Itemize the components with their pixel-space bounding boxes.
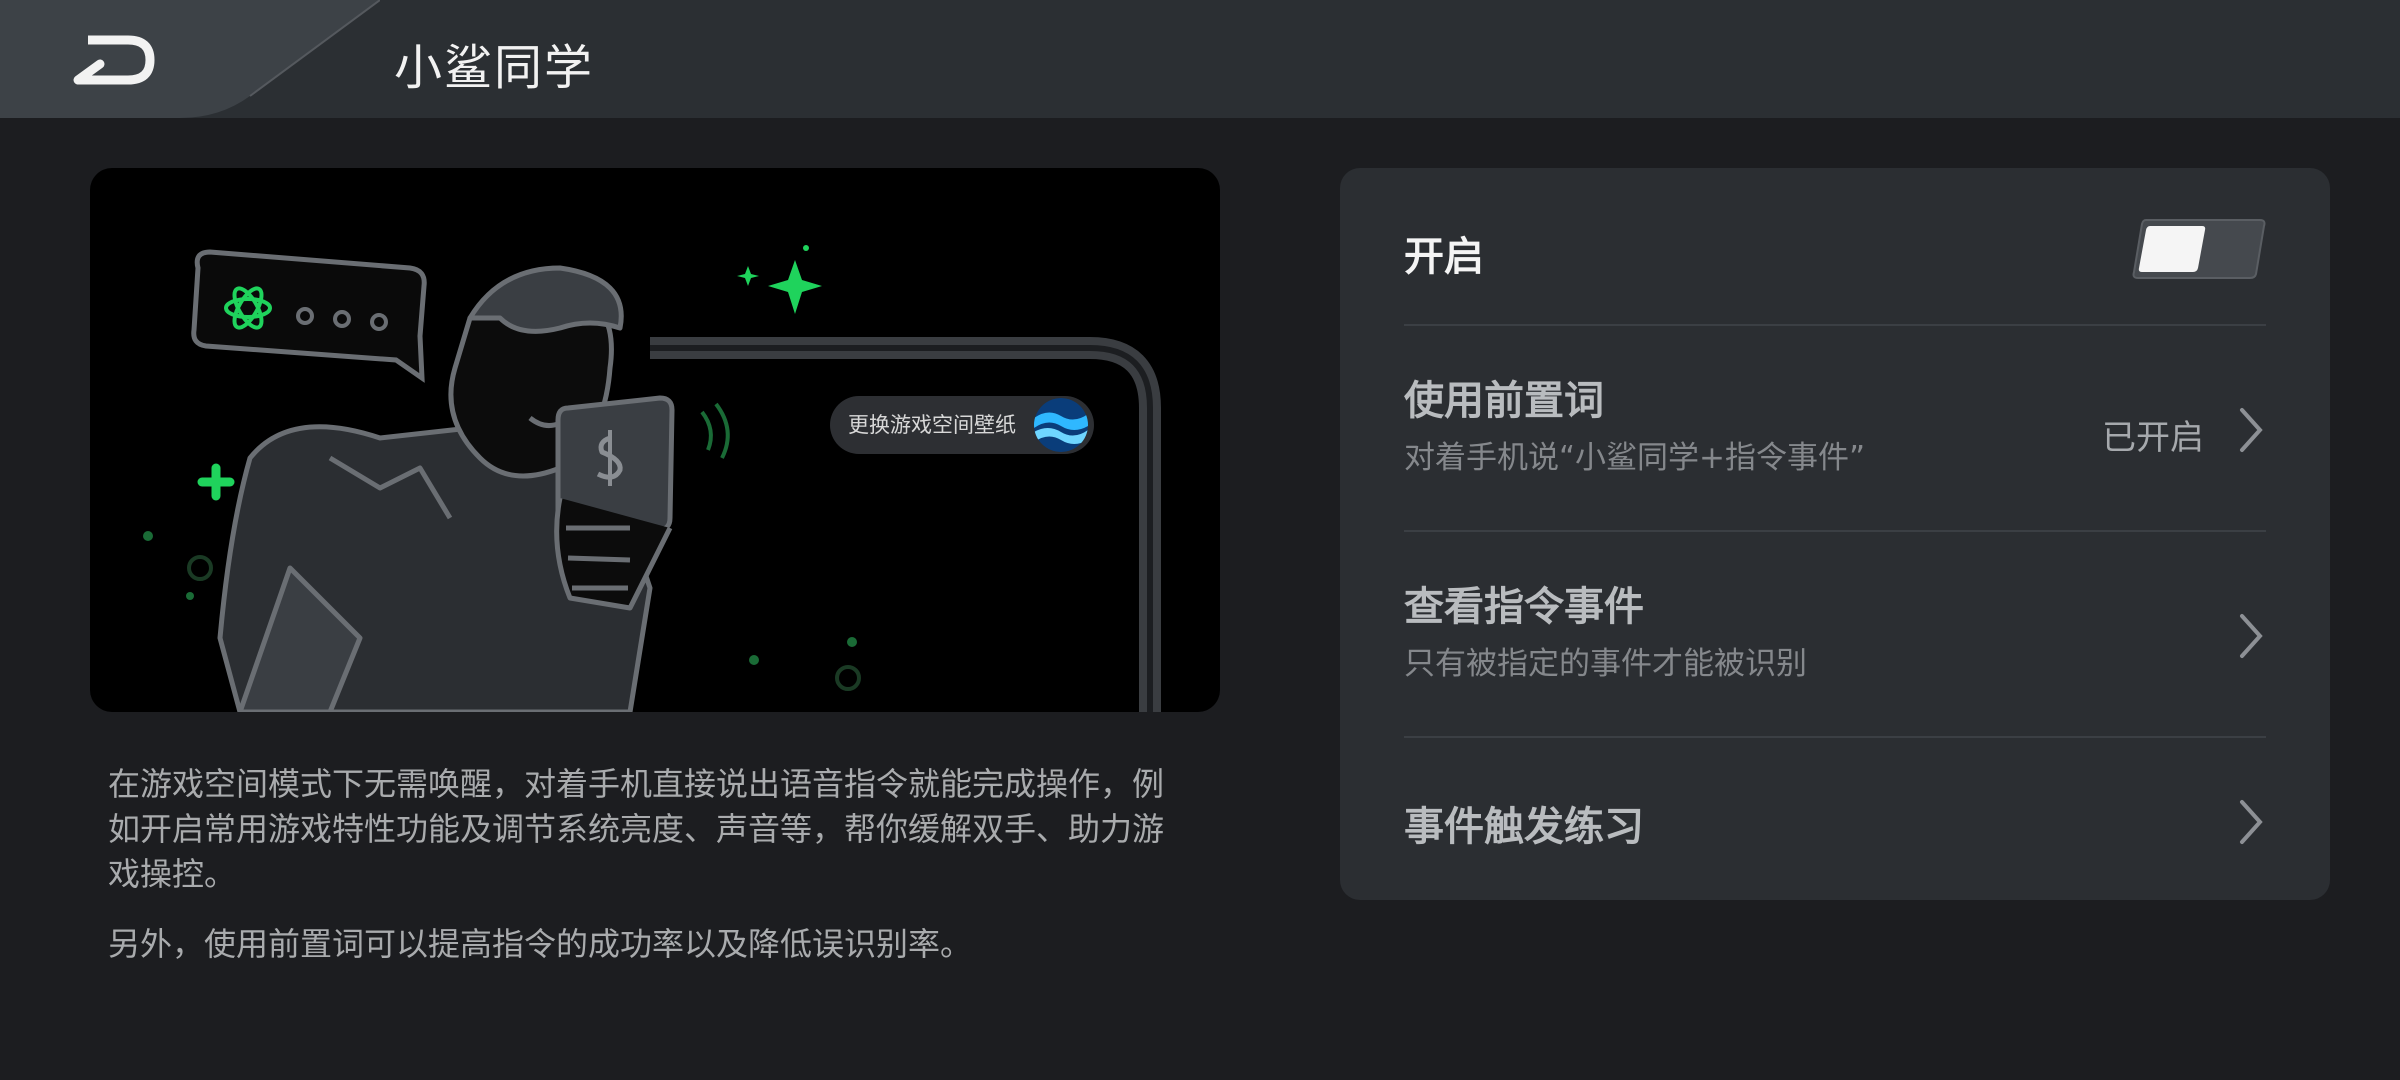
header-back-panel <box>0 0 380 118</box>
enable-toggle[interactable] <box>2132 218 2266 280</box>
chevron-right-icon <box>2240 614 2263 658</box>
page-title: 小鲨同学 <box>394 40 595 96</box>
view-events-subtitle: 只有被指定的事件才能被识别 <box>1404 646 1807 682</box>
prefix-word-title: 使用前置词 <box>1404 378 1604 424</box>
enable-row: 开启 <box>1404 168 2266 326</box>
change-wallpaper-label: 更换游戏空间壁纸 <box>848 413 1016 437</box>
toggle-switch-icon <box>2132 219 2266 279</box>
event-practice-title: 事件触发练习 <box>1404 804 1644 850</box>
back-arrow-icon <box>73 35 155 85</box>
wallpaper-orb-icon <box>1034 398 1088 452</box>
chevron-right-icon <box>2240 800 2263 844</box>
chevron-right-icon <box>2240 408 2263 452</box>
view-events-row[interactable]: 查看指令事件 只有被指定的事件才能被识别 <box>1404 532 2266 738</box>
speech-bubble-icon <box>191 249 427 383</box>
change-wallpaper-button[interactable]: 更换游戏空间壁纸 <box>830 396 1094 454</box>
sparkle-icon <box>737 245 822 314</box>
enable-label: 开启 <box>1404 234 1484 280</box>
app-header: 小鲨同学 <box>0 0 2400 118</box>
back-button[interactable] <box>70 30 160 90</box>
prefix-word-row[interactable]: 使用前置词 对着手机说“小鲨同学+指令事件” 已开启 <box>1404 326 2266 532</box>
plus-icon <box>197 463 235 501</box>
view-events-title: 查看指令事件 <box>1404 584 1644 630</box>
settings-card: 开启 使用前置词 对着手机说“小鲨同学+指令事件” 已开启 查看指令事件 只有被… <box>1340 168 2330 900</box>
prefix-word-status: 已开启 <box>2102 418 2204 458</box>
event-practice-row[interactable]: 事件触发练习 <box>1404 738 2266 900</box>
feature-illustration: 更换游戏空间壁纸 <box>90 168 1220 712</box>
prefix-word-subtitle: 对着手机说“小鲨同学+指令事件” <box>1404 440 1866 476</box>
feature-tip: 另外，使用前置词可以提高指令的成功率以及降低误识别率。 <box>108 925 973 963</box>
feature-description: 在游戏空间模式下无需唤醒，对着手机直接说出语音指令就能完成操作，例如开启常用游戏… <box>108 765 1165 893</box>
